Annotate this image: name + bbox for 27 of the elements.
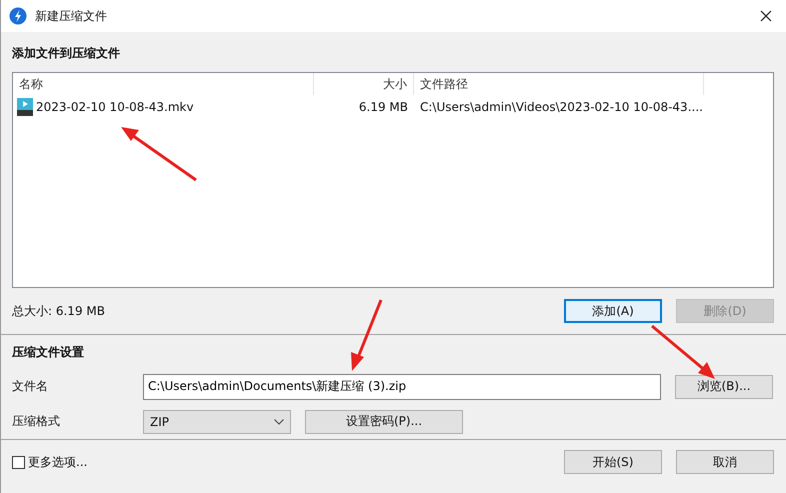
caret-icon [274,418,284,424]
window-title: 新建压缩文件 [35,8,108,24]
checkbox[interactable] [12,456,25,468]
arrow-annotation [651,324,715,379]
column-header[interactable]: 大小 [314,73,414,95]
field-label: 压缩格式 [12,413,61,430]
section-title: 压缩文件设置 [12,345,84,359]
arrow-annotation [351,299,382,371]
browse-button[interactable]: 浏览(B)... [675,374,773,398]
table-cell-text: C:\Users\admin\Videos\2023-02-10 10-08-43.... [419,100,704,114]
column-header[interactable]: 名称 [13,73,314,95]
app-icon [9,7,27,25]
table-cell-text: 6.19 MB [358,100,409,114]
add-button[interactable]: 添加(A) [564,299,662,323]
close-icon[interactable] [760,10,772,22]
format-dropdown[interactable]: ZIP [143,410,291,434]
video-file-icon [17,98,33,116]
start-button[interactable]: 开始(S) [564,450,662,474]
file-name[interactable]: 2023-02-10 10-08-43.mkv [36,100,194,114]
field-label: 文件名 [12,378,49,395]
column-header[interactable]: 文件路径 [414,73,704,95]
total-size: 总大小: 6.19 MB [12,302,105,320]
section-title: 添加文件到压缩文件 [12,45,121,62]
cancel-button[interactable]: 取消 [676,450,774,474]
password-button[interactable]: 设置密码(P)... [305,410,463,434]
checkbox-label[interactable]: 更多选项... [28,454,88,470]
filename-field[interactable]: C:\Users\admin\Documents\新建压缩 (3).zip [143,374,661,400]
